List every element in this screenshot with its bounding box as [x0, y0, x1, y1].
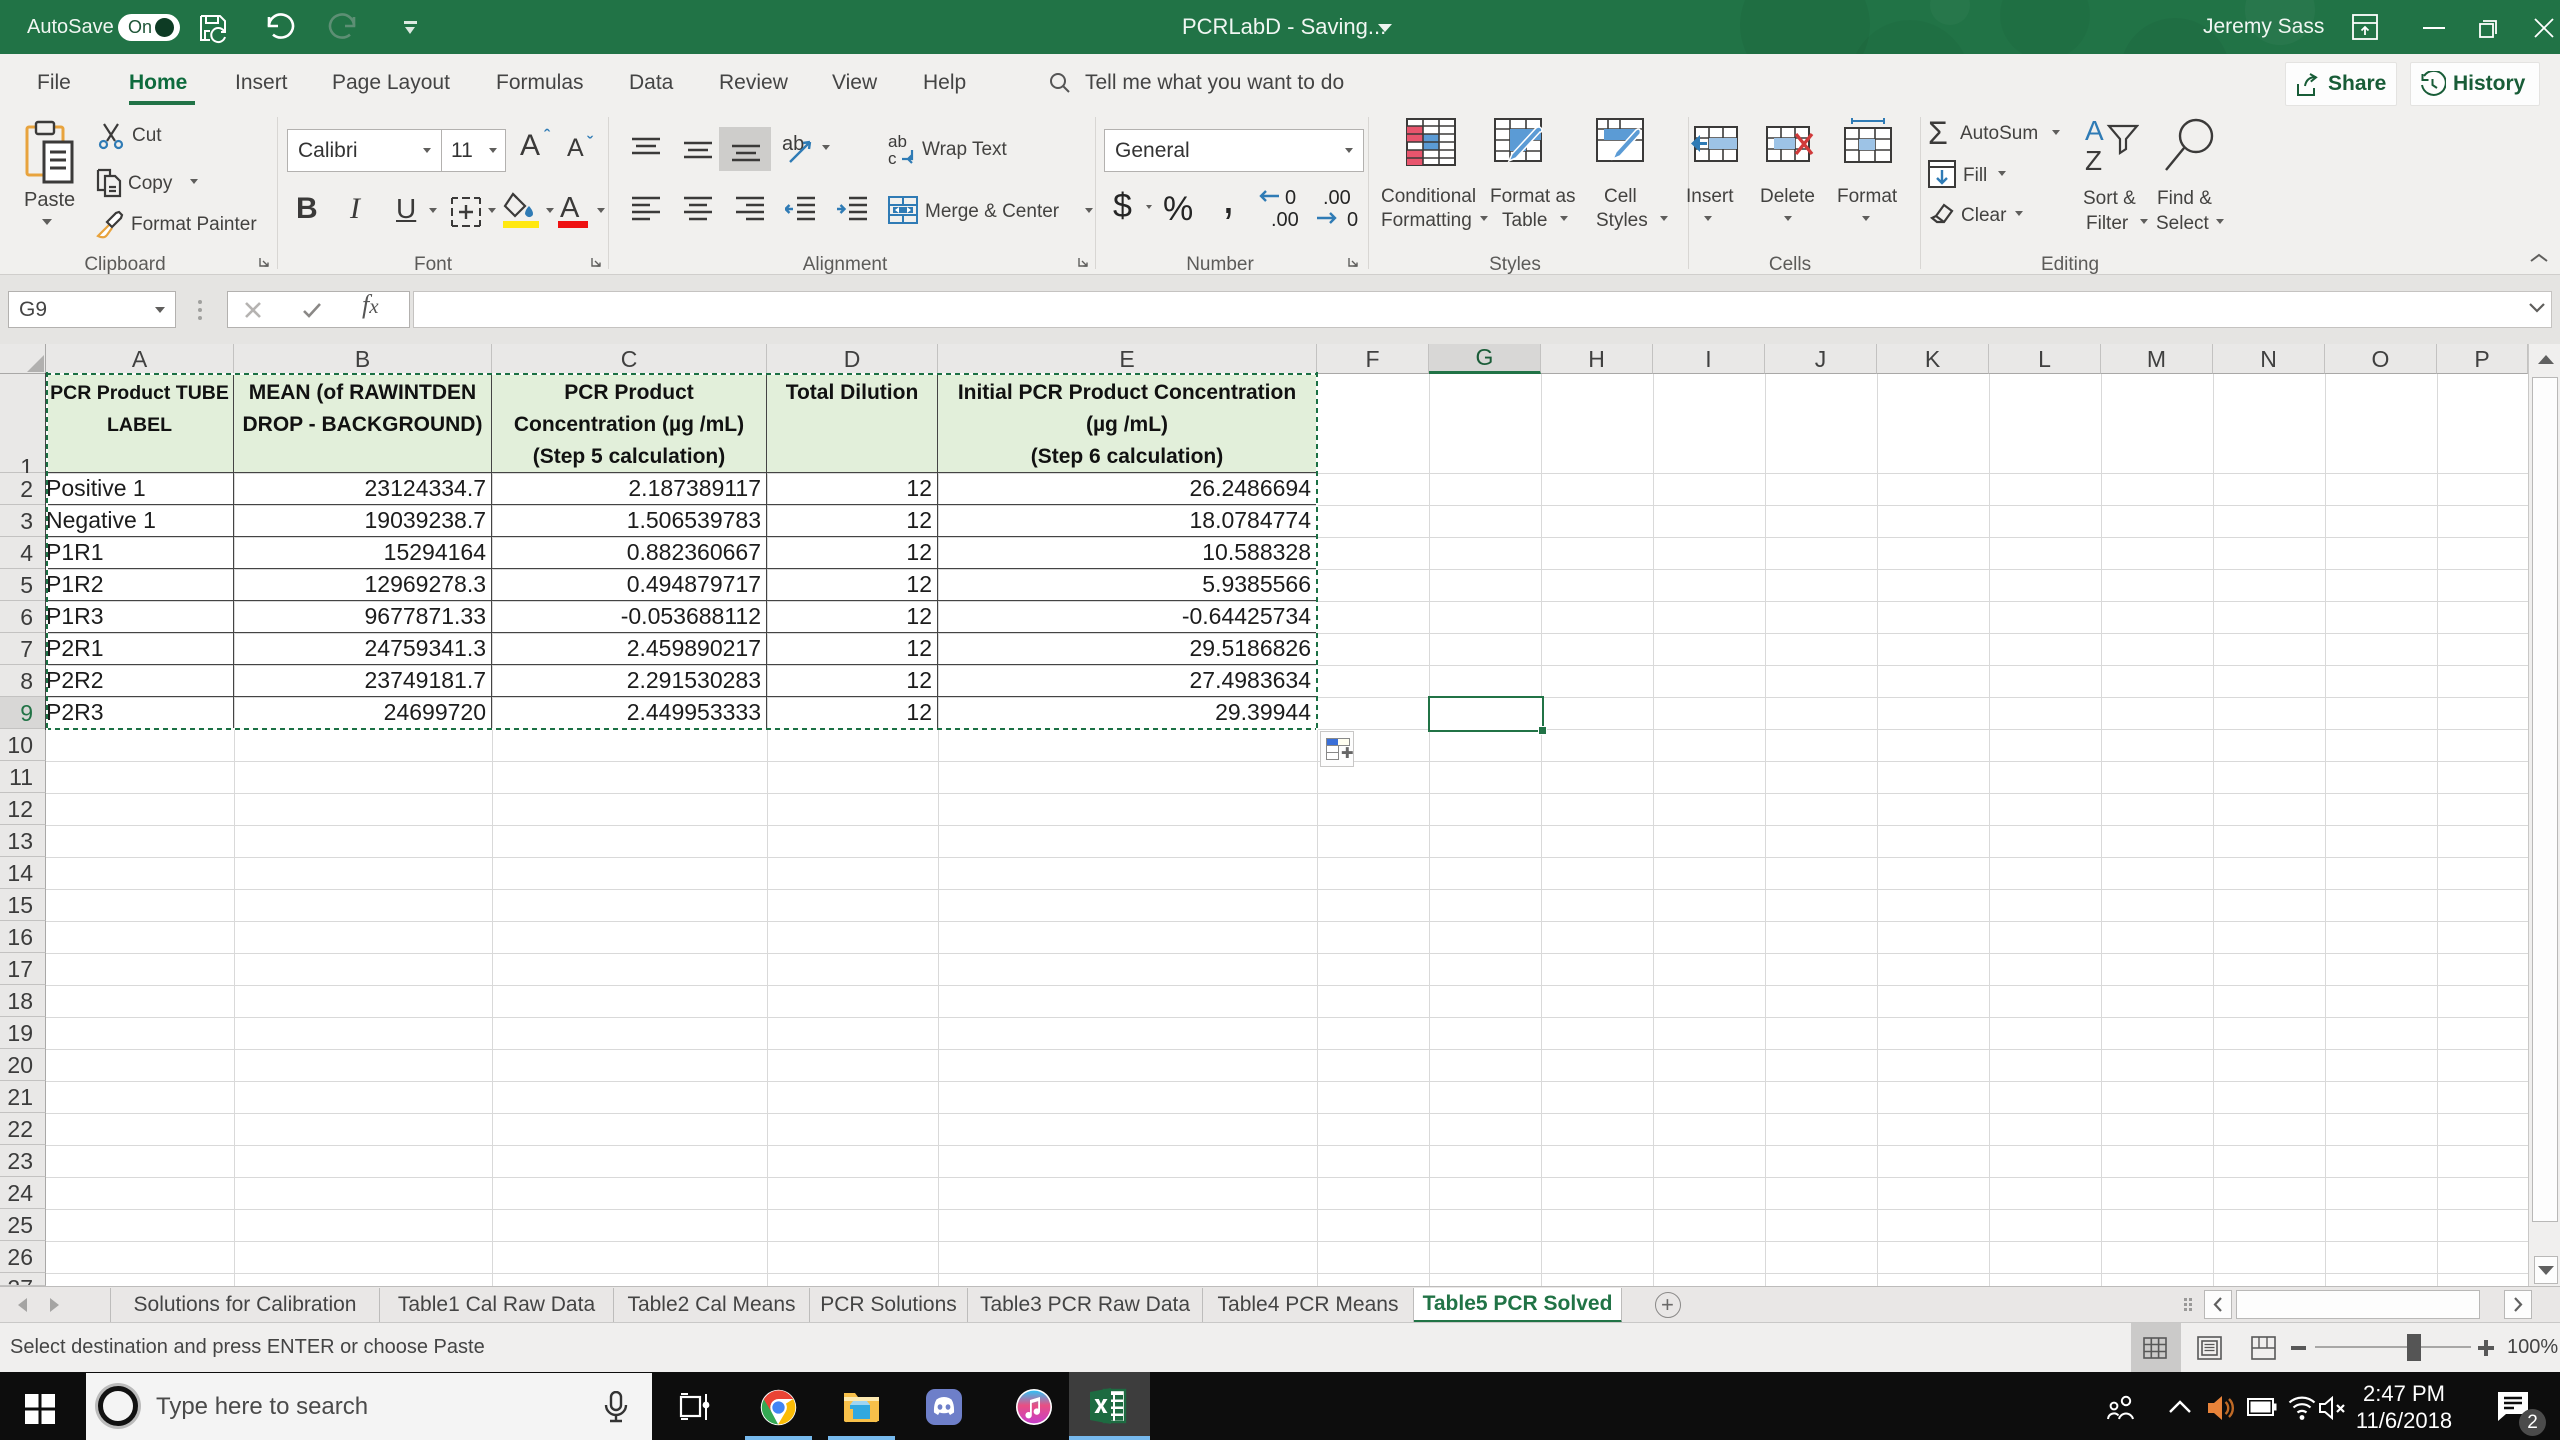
svg-text:A: A: [2085, 118, 2104, 146]
svg-text:Z: Z: [2085, 145, 2102, 174]
svg-text:c: c: [888, 149, 897, 167]
svg-text:.00: .00: [1323, 188, 1351, 209]
svg-text:.00: .00: [1271, 209, 1299, 228]
svg-text:0: 0: [1347, 209, 1358, 228]
svg-text:0: 0: [1285, 188, 1296, 209]
